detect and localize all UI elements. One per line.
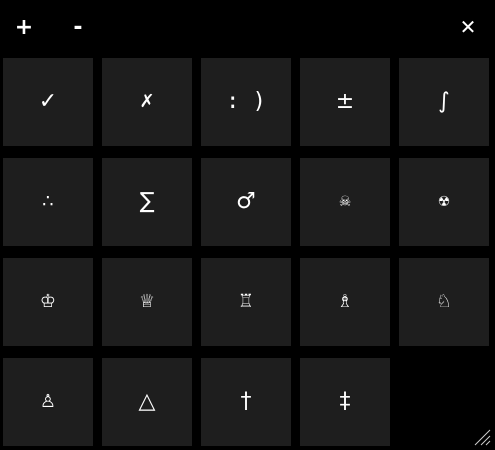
symbol-key-integral[interactable]: ∫ [399, 58, 489, 146]
symbol-key-chess-knight[interactable]: ♘ [399, 258, 489, 346]
symbol-key-chess-bishop[interactable]: ♗ [300, 258, 390, 346]
chess-rook-icon: ♖ [237, 291, 255, 312]
radioactive-icon: ☢ [437, 194, 451, 210]
symbol-palette-window: + - ✕ ✓ ✗ : ) ± ∫ ∴ ∑ ♂ ☠ ☢ ♔ ♕ ♖ ♗ ♘ ♙ … [0, 0, 495, 450]
chess-knight-icon: ♘ [435, 291, 453, 312]
symbol-key-ballot-x[interactable]: ✗ [102, 58, 192, 146]
symbol-key-triangle[interactable]: △ [102, 358, 192, 446]
zoom-in-button[interactable]: + [12, 12, 36, 42]
symbol-key-dagger[interactable]: † [201, 358, 291, 446]
symbol-key-summation[interactable]: ∑ [102, 158, 192, 246]
plus-minus-icon: ± [335, 89, 355, 114]
chess-queen-icon: ♕ [138, 291, 156, 312]
smiley-text-icon: : ) [226, 89, 266, 114]
chess-pawn-icon: ♙ [39, 391, 57, 412]
zoom-out-button[interactable]: - [68, 12, 88, 42]
symbol-key-smiley[interactable]: : ) [201, 58, 291, 146]
chess-king-icon: ♔ [39, 291, 57, 312]
chess-bishop-icon: ♗ [336, 291, 354, 312]
symbol-key-skull[interactable]: ☠ [300, 158, 390, 246]
symbol-key-male-sign[interactable]: ♂ [201, 158, 291, 246]
symbol-key-plus-minus[interactable]: ± [300, 58, 390, 146]
double-dagger-icon: ‡ [339, 389, 351, 414]
skull-crossbones-icon: ☠ [338, 194, 352, 210]
resize-grip-icon[interactable] [473, 428, 491, 446]
checkmark-icon: ✓ [38, 89, 58, 114]
symbol-grid: ✓ ✗ : ) ± ∫ ∴ ∑ ♂ ☠ ☢ ♔ ♕ ♖ ♗ ♘ ♙ △ † ‡ [3, 58, 489, 446]
resize-grip-lines [474, 429, 491, 446]
symbol-key-chess-rook[interactable]: ♖ [201, 258, 291, 346]
triangle-icon: △ [138, 389, 156, 414]
symbol-key-therefore[interactable]: ∴ [3, 158, 93, 246]
symbol-key-chess-queen[interactable]: ♕ [102, 258, 192, 346]
close-button[interactable]: ✕ [456, 12, 480, 42]
summation-icon: ∑ [139, 189, 155, 214]
dagger-icon: † [240, 389, 252, 414]
symbol-key-chess-pawn[interactable]: ♙ [3, 358, 93, 446]
symbol-key-double-dagger[interactable]: ‡ [300, 358, 390, 446]
symbol-key-chess-king[interactable]: ♔ [3, 258, 93, 346]
symbol-key-checkmark[interactable]: ✓ [3, 58, 93, 146]
male-sign-icon: ♂ [236, 189, 256, 214]
symbol-key-radioactive[interactable]: ☢ [399, 158, 489, 246]
ballot-x-icon: ✗ [139, 91, 155, 112]
therefore-icon: ∴ [42, 191, 54, 212]
titlebar: + - ✕ [0, 0, 495, 56]
integral-icon: ∫ [438, 89, 450, 114]
